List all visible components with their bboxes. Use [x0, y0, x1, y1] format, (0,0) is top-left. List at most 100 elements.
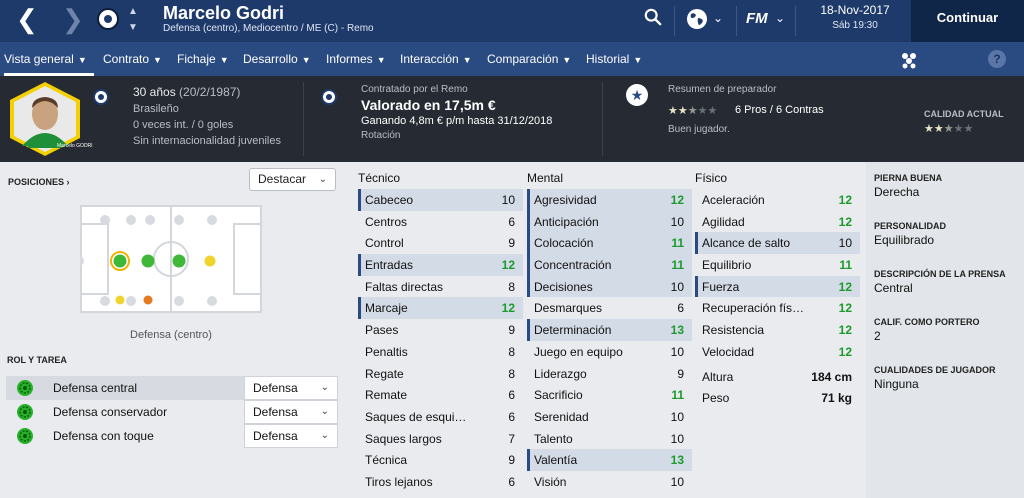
role-row[interactable]: Defensa con toque Defensa ⌄: [6, 424, 338, 448]
tab-label: Vista general: [4, 52, 74, 66]
highlight-dropdown[interactable]: Destacar ⌄: [249, 168, 336, 191]
attribute-row[interactable]: Recuperación fís… 12: [695, 297, 860, 319]
attribute-row[interactable]: Resistencia 12: [695, 319, 860, 341]
continue-button[interactable]: Continuar: [911, 0, 1024, 42]
detail-value: Central: [874, 281, 913, 295]
role-suitability-icon: [17, 404, 33, 420]
role-selector[interactable]: Defensa central: [6, 376, 244, 400]
attribute-row[interactable]: Colocación 11: [527, 232, 692, 255]
attribute-row[interactable]: Control 9: [358, 232, 523, 254]
attribute-row[interactable]: Determinación 13: [527, 319, 692, 341]
attribute-value: 11: [671, 236, 684, 251]
club-badge-icon[interactable]: [321, 89, 337, 105]
attribute-row[interactable]: Liderazgo 9: [527, 363, 692, 385]
tab-historial[interactable]: Historial ▼: [586, 42, 642, 76]
physical-attributes: Aceleración 12 Agilidad 12 Alcance de salto 1…: [695, 189, 860, 363]
role-selector[interactable]: Defensa conservador: [6, 400, 244, 424]
attribute-name: Alcance de salto: [702, 236, 791, 251]
chevron-down-icon: ⌄: [320, 430, 329, 441]
tab-informes[interactable]: Informes ▼: [326, 42, 386, 76]
club-badge-icon[interactable]: [97, 8, 119, 30]
duty-dropdown[interactable]: Defensa ⌄: [244, 400, 338, 424]
attribute-row[interactable]: Cabeceo 10: [358, 189, 523, 211]
position-marker: [115, 295, 125, 305]
attribute-name: Decisiones: [534, 279, 593, 294]
attribute-row[interactable]: Desmarques 6: [527, 297, 692, 319]
attribute-row[interactable]: Regate 8: [358, 363, 523, 385]
attribute-row[interactable]: Aceleración 12: [695, 189, 860, 211]
role-selector[interactable]: Defensa con toque: [6, 424, 244, 448]
attribute-value: 9: [508, 236, 515, 251]
attribute-row[interactable]: Juego en equipo 10: [527, 341, 692, 363]
tab-comparacion[interactable]: Comparación ▼: [487, 42, 571, 76]
attribute-row[interactable]: Pases 9: [358, 319, 523, 341]
attribute-row[interactable]: Entradas 12: [358, 254, 523, 276]
chevron-down-icon[interactable]: ⌄: [775, 11, 785, 25]
attribute-row[interactable]: Penaltis 8: [358, 341, 523, 363]
chevron-down-icon[interactable]: ⌄: [713, 11, 723, 25]
star-icon[interactable]: ★: [626, 84, 648, 106]
attribute-value: 12: [501, 301, 515, 316]
attribute-row[interactable]: Faltas directas 8: [358, 276, 523, 298]
tab-contrato[interactable]: Contrato ▼: [103, 42, 162, 76]
globe-icon[interactable]: [686, 8, 708, 30]
attribute-row[interactable]: Tiros lejanos 6: [358, 471, 523, 493]
attribute-name: Colocación: [534, 236, 594, 251]
attribute-row[interactable]: Sacrificio 11: [527, 384, 692, 406]
people-icon[interactable]: [900, 51, 918, 69]
fm-menu-logo[interactable]: FM: [746, 10, 768, 27]
attribute-row[interactable]: Velocidad 12: [695, 341, 860, 363]
dob-text: (20/2/1987): [179, 85, 241, 99]
forward-arrow-icon[interactable]: ❯: [62, 6, 84, 32]
attribute-row[interactable]: Saques largos 7: [358, 428, 523, 450]
game-date[interactable]: 18-Nov-2017 Sáb 19:30: [800, 3, 910, 31]
attribute-value: 7: [508, 431, 515, 446]
attribute-row[interactable]: Serenidad 10: [527, 406, 692, 428]
back-arrow-icon[interactable]: ❮: [16, 6, 38, 32]
attribute-row[interactable]: Valentía 13: [527, 449, 692, 471]
attribute-name: Sacrificio: [534, 388, 583, 403]
attribute-row[interactable]: Equilibrio 11: [695, 254, 860, 276]
attribute-row[interactable]: Visión 10: [527, 471, 692, 493]
duty-dropdown[interactable]: Defensa ⌄: [244, 424, 338, 448]
help-icon[interactable]: ?: [988, 50, 1006, 68]
attribute-value: 8: [508, 366, 515, 381]
attribute-row[interactable]: Técnica 9: [358, 449, 523, 471]
mental-attributes: Agresividad 12 Anticipación 10 Colocación 11 C…: [527, 189, 692, 493]
position-mc-marker: [141, 254, 155, 268]
duty-dropdown[interactable]: Defensa ⌄: [244, 376, 338, 400]
club-badge-icon[interactable]: [93, 89, 109, 105]
attribute-row[interactable]: Concentración 11: [527, 254, 692, 276]
international-caps: 0 veces int. / 0 goles: [133, 119, 234, 131]
attribute-value: 10: [670, 214, 684, 229]
role-duty-label: ROL Y TAREA: [7, 355, 67, 365]
attribute-row[interactable]: Remate 6: [358, 384, 523, 406]
attribute-row[interactable]: Agresividad 12: [527, 189, 692, 211]
tab-interaccion[interactable]: Interacción ▼: [400, 42, 472, 76]
attribute-row[interactable]: Centros 6: [358, 211, 523, 233]
attribute-row[interactable]: Talento 10: [527, 428, 692, 450]
nationality[interactable]: Brasileño: [133, 103, 179, 115]
attribute-name: Valentía: [534, 453, 578, 468]
tab-vista-general[interactable]: Vista general ▼: [4, 42, 94, 76]
prev-next-player-icon[interactable]: ▲ ▼: [126, 4, 140, 36]
search-icon[interactable]: [644, 8, 662, 26]
role-row[interactable]: Defensa conservador Defensa ⌄: [6, 400, 338, 424]
mental-heading: Mental: [527, 171, 564, 185]
attribute-row[interactable]: Agilidad 12: [695, 211, 860, 233]
attribute-row[interactable]: Marcaje 12: [358, 297, 523, 320]
attribute-value: 13: [670, 323, 684, 338]
tab-fichaje[interactable]: Fichaje ▼: [177, 42, 229, 76]
pros-cons[interactable]: 6 Pros / 6 Contras: [735, 104, 824, 116]
attribute-row[interactable]: Anticipación 10: [527, 210, 692, 233]
role-row[interactable]: Defensa central Defensa ⌄: [6, 376, 338, 400]
attribute-row[interactable]: Fuerza 12: [695, 275, 860, 298]
attribute-row[interactable]: Decisiones 10: [527, 275, 692, 298]
attribute-value: 10: [670, 431, 684, 446]
positions-label[interactable]: POSICIONES ›: [8, 177, 70, 187]
attribute-row[interactable]: Alcance de salto 10: [695, 232, 860, 255]
attribute-row[interactable]: Saques de esqui… 6: [358, 406, 523, 428]
attribute-name: Aceleración: [702, 193, 765, 207]
position-mc-marker: [172, 254, 186, 268]
tab-desarrollo[interactable]: Desarrollo ▼: [243, 42, 311, 76]
